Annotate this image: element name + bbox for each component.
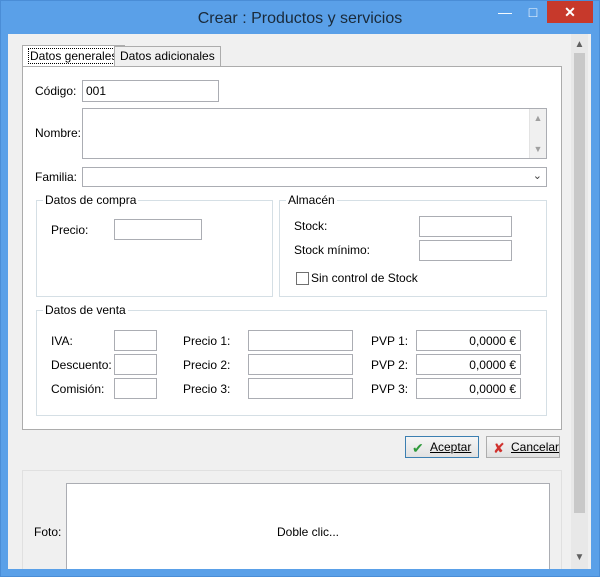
chevron-down-icon[interactable]: ▼ — [530, 142, 546, 156]
almacen-title: Almacén — [286, 193, 337, 207]
pvp2-field[interactable]: 0,0000 € — [416, 354, 521, 375]
iva-label: IVA: — [51, 334, 73, 348]
pvp1-label: PVP 1: — [371, 334, 409, 348]
pvp3-field[interactable]: 0,0000 € — [416, 378, 521, 399]
window: Crear : Productos y servicios — □ ✕ Dato… — [0, 0, 600, 577]
stock-minimo-field[interactable] — [419, 240, 512, 261]
precio3-field[interactable] — [248, 378, 353, 399]
precio-compra-field[interactable] — [114, 219, 202, 240]
maximize-button[interactable]: □ — [519, 1, 547, 23]
precio1-label: Precio 1: — [183, 334, 231, 348]
datos-de-venta-title: Datos de venta — [43, 303, 128, 317]
precio-compra-label: Precio: — [51, 223, 89, 237]
iva-field[interactable] — [114, 330, 157, 351]
main-scrollbar[interactable]: ▲ ▼ — [571, 34, 588, 569]
datos-de-venta-group: Datos de venta IVA: Descuento: Comisión:… — [36, 303, 547, 416]
stock-minimo-label: Stock mínimo: — [294, 243, 371, 257]
accept-button[interactable]: ✔ Aceptar — [405, 436, 479, 458]
precio2-label: Precio 2: — [183, 358, 231, 372]
check-icon: ✔ — [412, 440, 424, 456]
foto-label: Foto: — [34, 525, 62, 539]
almacen-group: Almacén Stock: Stock mínimo: Sin control… — [279, 193, 547, 297]
sin-control-stock-checkbox[interactable] — [296, 272, 309, 285]
stock-label: Stock: — [294, 219, 328, 233]
tab-panel-datos-generales: Código: 001 Nombre: ▲ ▼ Familia: ⌄ Datos… — [22, 66, 562, 430]
codigo-field[interactable]: 001 — [82, 80, 219, 102]
stock-field[interactable] — [419, 216, 512, 237]
familia-select[interactable]: ⌄ — [82, 167, 547, 187]
nombre-scrollbar[interactable]: ▲ ▼ — [529, 109, 546, 158]
x-icon: ✘ — [493, 440, 505, 456]
chevron-down-icon: ⌄ — [532, 170, 542, 182]
codigo-label: Código: — [35, 84, 77, 98]
precio1-field[interactable] — [248, 330, 353, 351]
title-bar[interactable]: Crear : Productos y servicios — □ ✕ — [1, 1, 599, 34]
nombre-label: Nombre: — [35, 126, 82, 140]
chevron-down-icon[interactable]: ▼ — [571, 549, 588, 566]
sin-control-stock-label: Sin control de Stock — [311, 271, 418, 285]
pvp1-field[interactable]: 0,0000 € — [416, 330, 521, 351]
tab-datos-generales[interactable]: Datos generales — [22, 45, 126, 67]
comision-label: Comisión: — [51, 382, 105, 396]
pvp2-label: PVP 2: — [371, 358, 409, 372]
descuento-field[interactable] — [114, 354, 157, 375]
chevron-up-icon[interactable]: ▲ — [571, 36, 588, 53]
minimize-button[interactable]: — — [491, 1, 519, 23]
photo-section: Foto: Doble clic... — [22, 470, 562, 569]
comision-field[interactable] — [114, 378, 157, 399]
photo-placeholder: Doble clic... — [276, 525, 340, 539]
familia-label: Familia: — [35, 170, 78, 184]
scrollbar-thumb[interactable] — [574, 53, 585, 513]
close-button[interactable]: ✕ — [547, 1, 593, 23]
pvp3-label: PVP 3: — [371, 382, 409, 396]
dialog-client-area: Datos generales Datos adicionales Código… — [8, 34, 591, 569]
precio3-label: Precio 3: — [183, 382, 231, 396]
precio2-field[interactable] — [248, 354, 353, 375]
cancel-button[interactable]: ✘ Cancelar — [486, 436, 560, 458]
tab-datos-adicionales[interactable]: Datos adicionales — [114, 46, 221, 66]
chevron-up-icon[interactable]: ▲ — [530, 111, 546, 125]
datos-de-compra-group: Datos de compra Precio: — [36, 193, 273, 297]
nombre-textarea[interactable]: ▲ ▼ — [82, 108, 547, 159]
photo-drop-area[interactable]: Doble clic... — [66, 483, 550, 569]
descuento-label: Descuento: — [51, 358, 112, 372]
datos-de-compra-title: Datos de compra — [43, 193, 139, 207]
